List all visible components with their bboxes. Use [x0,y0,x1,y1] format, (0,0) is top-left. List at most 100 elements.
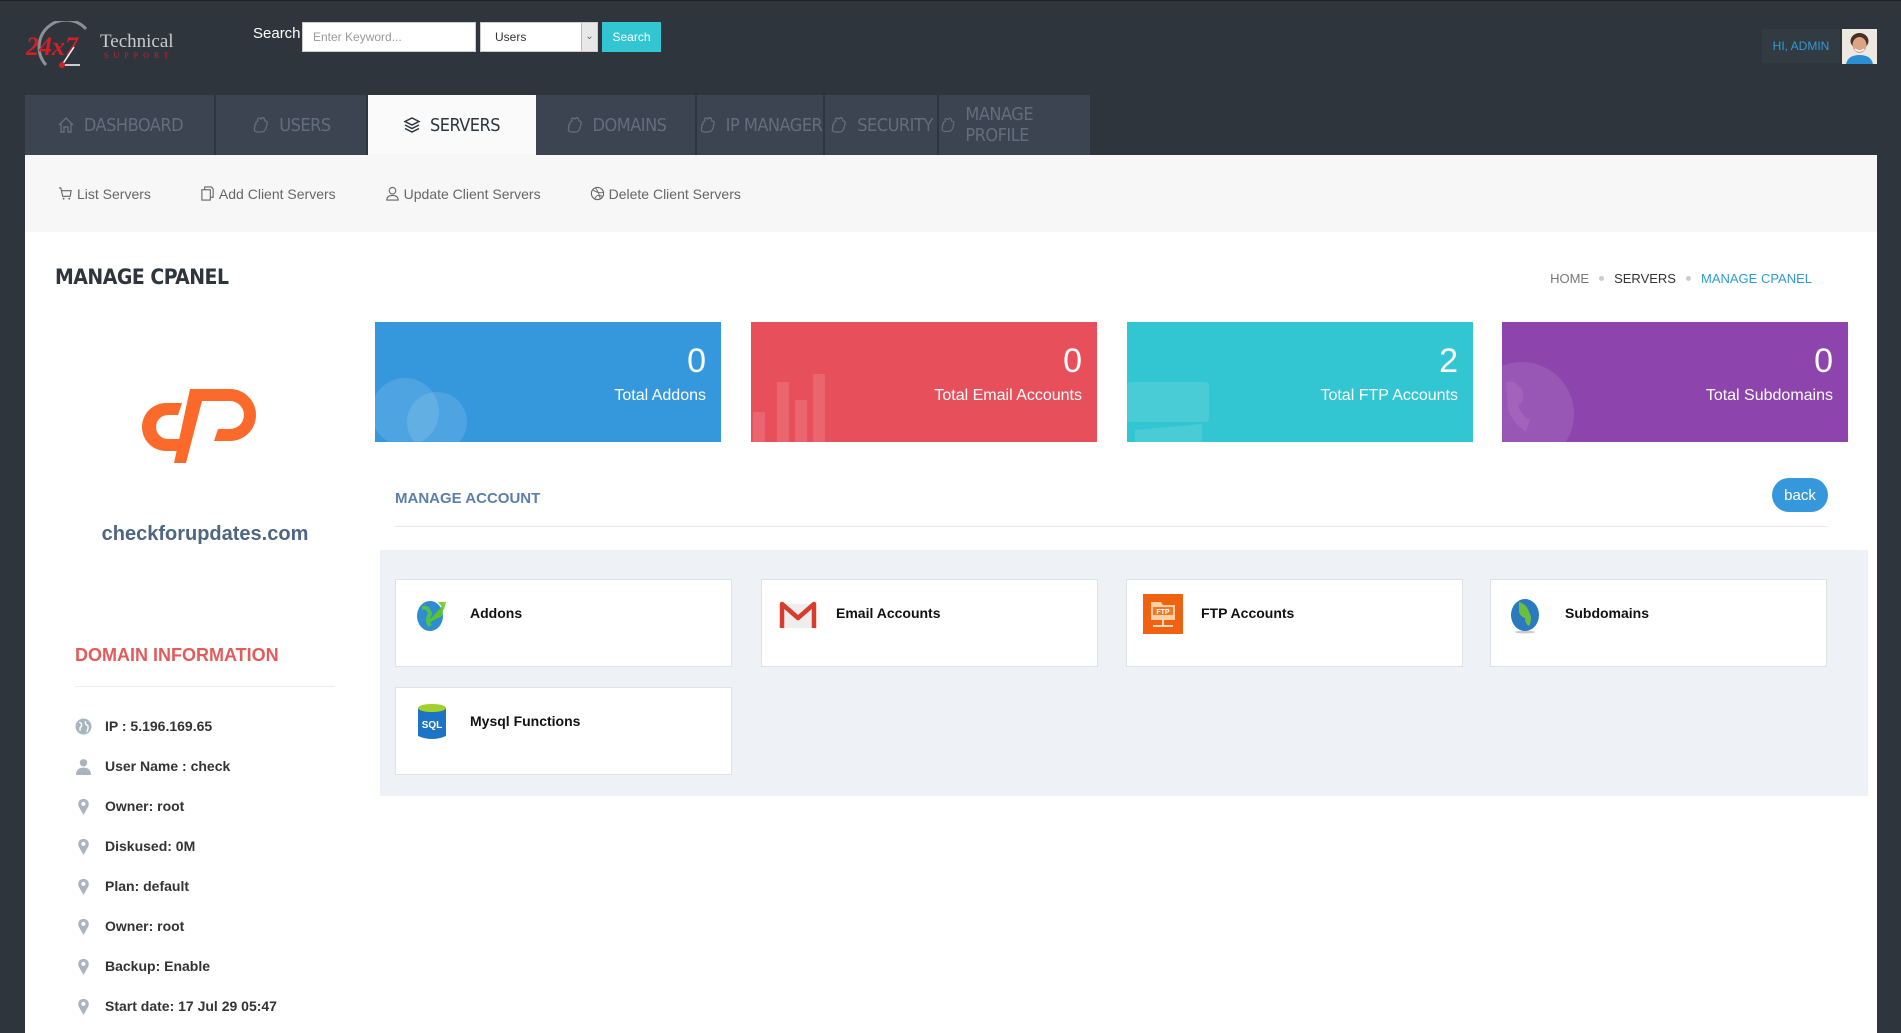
brand-logo[interactable]: 24x7 Technical SUPPORT [24,18,184,73]
subnav-label: List Servers [77,185,151,202]
info-text: User Name : check [105,758,231,774]
tab-label: MANAGE PROFILE [965,104,1034,146]
info-text: Backup: Enable [105,958,211,974]
stat-value: 0 [687,342,706,380]
tab-servers[interactable]: SERVERS [368,95,536,155]
addon-globe-icon [417,601,446,631]
cpanel-logo-icon [142,389,256,463]
main-tabs: DASHBOARD USERS SERVERS DOMAINS IP MANAG… [25,95,1090,155]
puzzle-icon [941,117,955,133]
app-card-ftp-accounts[interactable]: FTP FTP Accounts [1126,579,1463,667]
puzzle-icon [831,117,847,133]
search-category-value: Users [495,30,527,44]
back-button[interactable]: back [1772,478,1828,512]
puzzle-icon [567,117,582,133]
tab-label: DOMAINS [592,114,667,136]
ftp-folder-icon: FTP [1143,594,1183,634]
info-item-ip: IP : 5.196.169.65 [75,706,277,746]
breadcrumb: HOME SERVERS MANAGE CPANEL [1550,271,1812,286]
page-title: MANAGE CPANEL [55,265,229,289]
stat-value: 2 [1439,342,1458,380]
info-item-diskused: Diskused: 0M [75,826,277,866]
tab-manage-profile[interactable]: MANAGE PROFILE [939,95,1090,155]
tab-domains[interactable]: DOMAINS [536,95,697,155]
info-item-plan: Plan: default [75,866,277,906]
breadcrumb-servers[interactable]: SERVERS [1614,271,1676,286]
user-icon [385,186,399,201]
avatar-image [1842,29,1877,64]
map-pin-icon [78,838,89,855]
tab-security[interactable]: SECURITY [825,95,939,155]
avatar[interactable] [1842,29,1877,64]
tab-label: SERVERS [429,114,501,136]
user-greeting[interactable]: HI, ADMIN [1762,29,1840,63]
stat-total-addons[interactable]: 0 Total Addons [375,322,721,442]
subnav-update-client-servers[interactable]: Update Client Servers [385,186,541,202]
cpanel-logo [138,381,270,471]
app-grid: Addons Email Accounts FTP FTP Accounts S… [380,550,1868,796]
app-card-addons[interactable]: Addons [395,579,732,667]
domain-name: checkforupdates.com [101,523,309,545]
sub-navigation: List Servers Add Client Servers Update C… [25,155,1877,232]
subnav-label: Add Client Servers [218,185,336,202]
sql-database-icon: SQL [418,704,446,739]
comments-icon [375,378,467,442]
breadcrumb-separator [1599,276,1605,281]
bar-chart-icon [753,374,825,442]
tab-ip-manager[interactable]: IP MANAGER [697,95,825,155]
chevron-down-icon: ⌄ [581,23,597,51]
puzzle-icon [253,117,269,133]
info-item-username: User Name : check [75,746,277,786]
stat-total-ftp-accounts[interactable]: 2 Total FTP Accounts [1127,322,1473,442]
stat-value: 0 [1814,342,1833,380]
map-pin-icon [78,958,89,975]
breadcrumb-current: MANAGE CPANEL [1700,271,1812,286]
info-text: IP : 5.196.169.65 [105,718,213,734]
logo-tag-text: SUPPORT [104,51,174,60]
user-icon [76,758,91,775]
breadcrumb-home[interactable]: HOME [1550,271,1589,286]
search-category-select[interactable]: Users ⌄ [480,22,598,52]
app-card-subdomains[interactable]: Subdomains [1490,579,1827,667]
search-label: Search [253,25,301,42]
tab-dashboard[interactable]: DASHBOARD [25,95,216,155]
app-label: Mysql Functions [470,713,581,729]
breadcrumb-separator [1685,276,1691,281]
stat-label: Total Email Accounts [934,387,1082,404]
map-pin-icon [78,798,89,815]
info-item-start-date: Start date: 17 Jul 29 05:47 [75,986,277,1026]
search-input[interactable] [302,22,476,52]
tab-label: SECURITY [857,114,933,136]
app-label: Subdomains [1565,605,1650,621]
subnav-add-client-servers[interactable]: Add Client Servers [200,186,336,202]
stat-total-email-accounts[interactable]: 0 Total Email Accounts [751,322,1097,442]
subnav-delete-client-servers[interactable]: Delete Client Servers [590,186,741,202]
subnav-list-servers[interactable]: List Servers [58,186,151,202]
logo-graphic: 24x7 Technical SUPPORT [25,18,174,68]
app-card-email-accounts[interactable]: Email Accounts [761,579,1098,667]
puzzle-icon [700,117,715,133]
search-button[interactable]: Search [602,22,661,52]
stat-label: Total Subdomains [1705,387,1833,404]
tab-label: DASHBOARD [83,114,184,136]
domain-info-list: IP : 5.196.169.65 User Name : check Owne… [75,706,277,1026]
divider [75,686,335,687]
cart-icon [58,187,72,200]
app-label: Addons [470,605,523,621]
subnav-label: Update Client Servers [403,185,541,202]
earth-icon [1511,599,1539,634]
subnav-label: Delete Client Servers [608,185,741,202]
globe-icon [75,718,92,734]
svg-text:SQL: SQL [422,720,443,731]
tab-users[interactable]: USERS [216,95,368,155]
stat-total-subdomains[interactable]: 0 Total Subdomains [1502,322,1848,442]
content-panel: List Servers Add Client Servers Update C… [25,155,1877,1033]
logo-main-text: 24x7 [25,32,79,61]
info-text: Start date: 17 Jul 29 05:47 [105,998,277,1014]
info-item-backup: Backup: Enable [75,946,277,986]
app-card-mysql-functions[interactable]: SQL Mysql Functions [395,687,732,775]
dribbble-icon [590,186,604,201]
layers-icon [403,117,421,133]
app-label: Email Accounts [836,605,941,621]
app-label: FTP Accounts [1201,605,1295,621]
